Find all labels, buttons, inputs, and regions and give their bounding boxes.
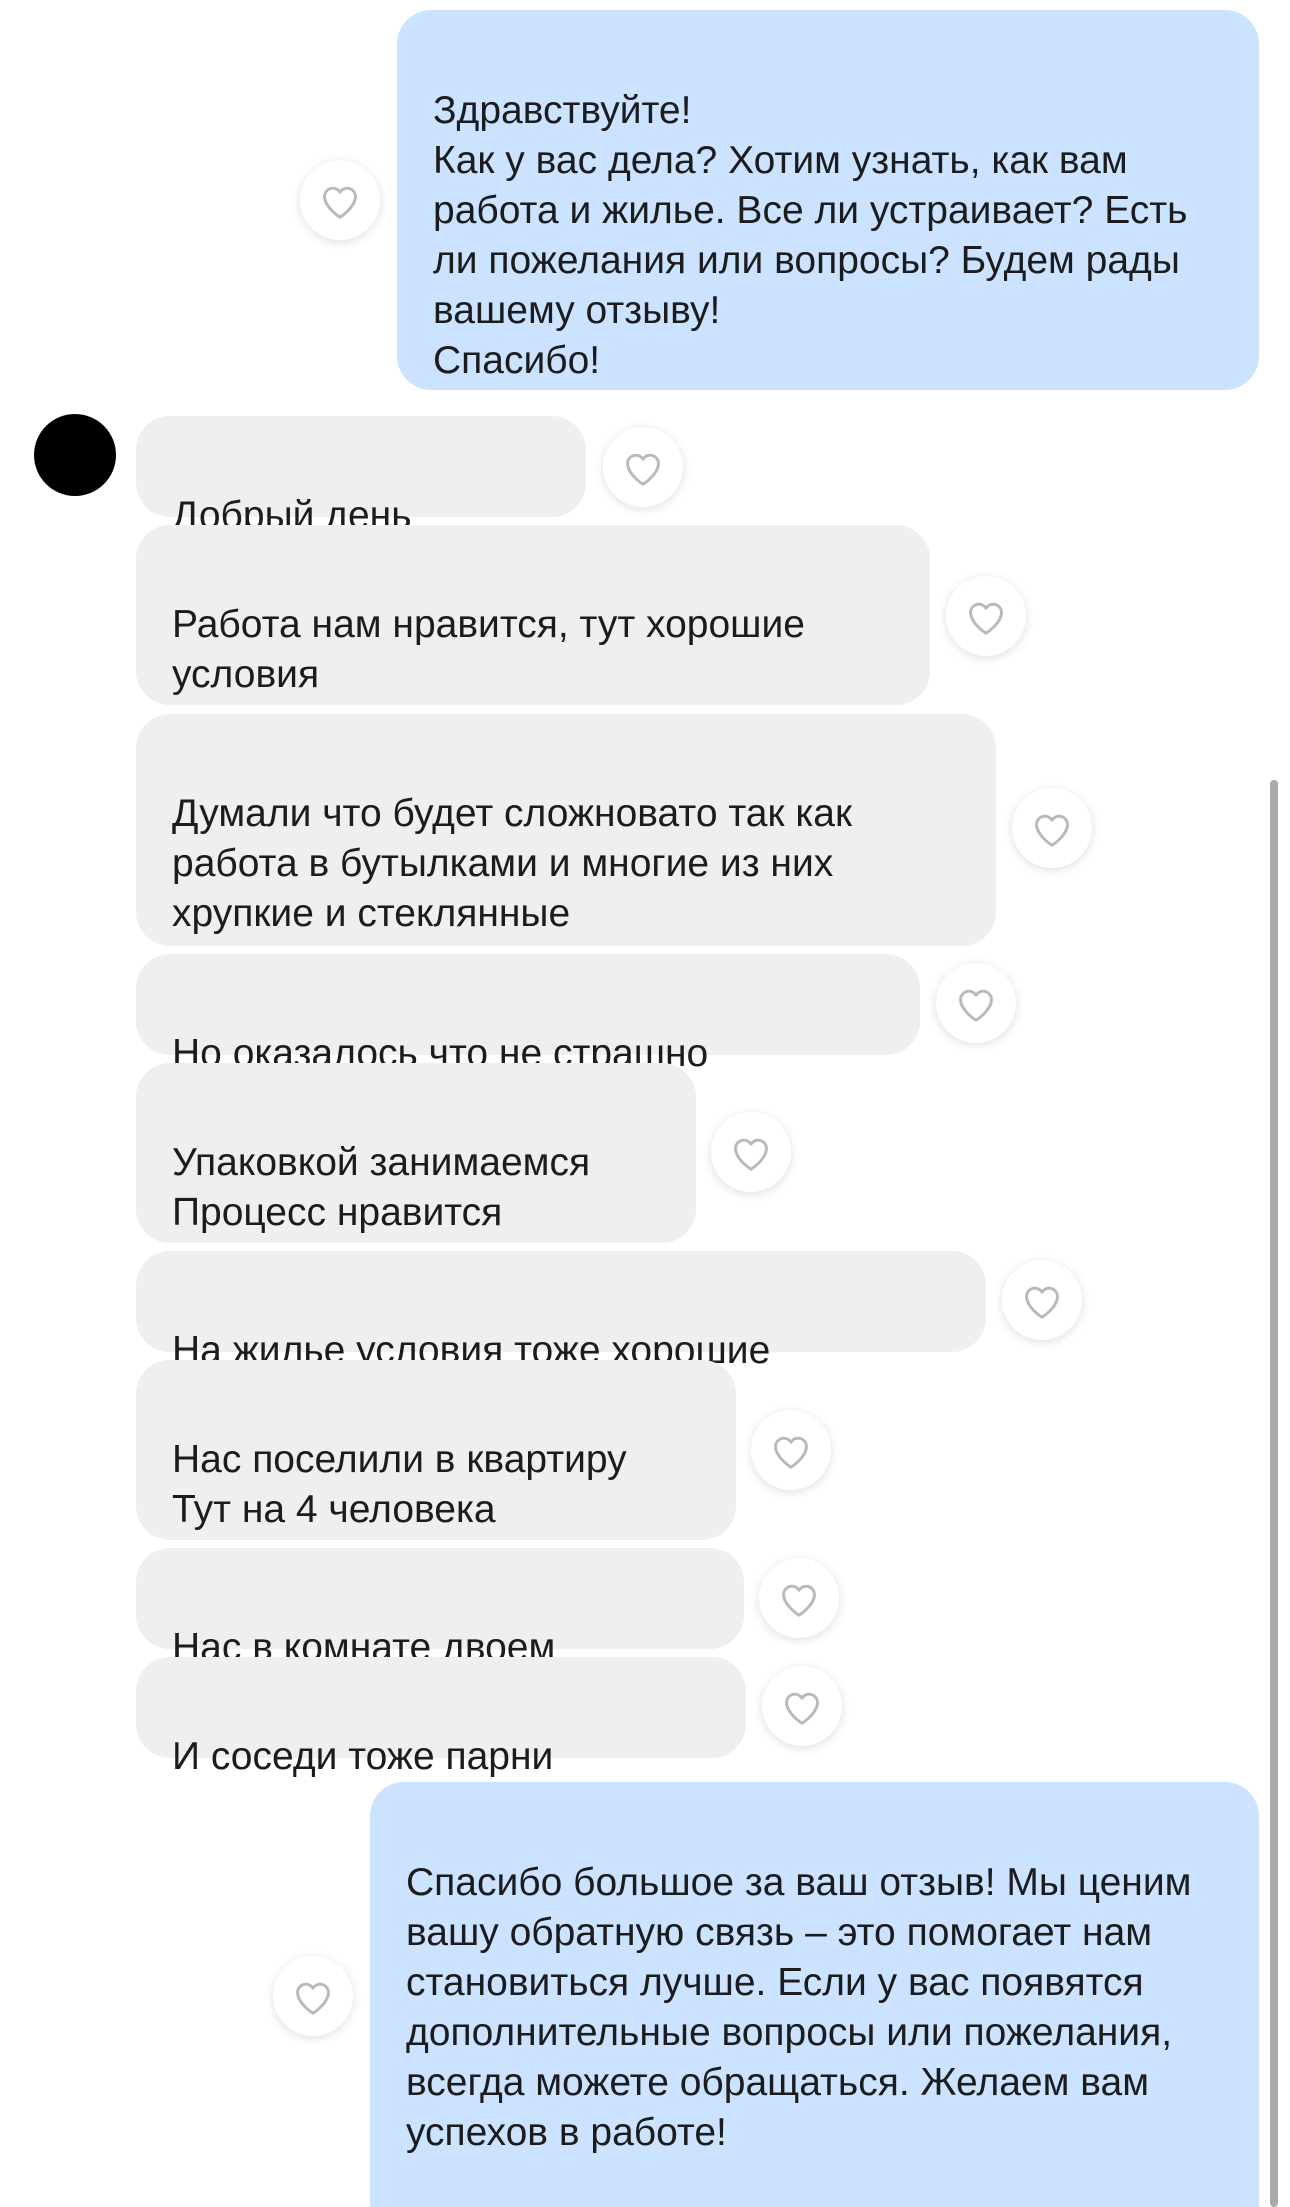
like-button[interactable] (300, 160, 380, 240)
message-text: Думали что будет сложновато так как рабо… (172, 792, 853, 935)
message-bubble-outgoing[interactable]: Здравствуйте! Как у вас дела? Хотим узна… (397, 10, 1259, 390)
like-button[interactable] (762, 1666, 842, 1746)
like-button[interactable] (1012, 788, 1092, 868)
heart-outline-icon (785, 1692, 819, 1725)
heart-outline-icon (782, 1584, 816, 1617)
message-bubble-incoming[interactable]: Думали что будет сложновато так как рабо… (136, 714, 996, 946)
like-button[interactable] (751, 1410, 831, 1490)
message-text: Упаковкой занимаемся Процесс нравится (172, 1141, 591, 1234)
message-bubble-outgoing[interactable]: Спасибо большое за ваш отзыв! Мы ценим в… (370, 1782, 1259, 2207)
message-bubble-incoming[interactable]: Нас в комнате двоем (136, 1548, 744, 1669)
message-text: Работа нам нравится, тут хорошие условия (172, 603, 805, 696)
heart-outline-icon (774, 1436, 808, 1469)
message-text: Спасибо большое за ваш отзыв! Мы ценим в… (406, 1861, 1192, 2154)
message-text: И соседи тоже парни (172, 1735, 554, 1778)
message-bubble-incoming[interactable]: Нас поселили в квартиру Тут на 4 человек… (136, 1360, 736, 1540)
heart-outline-icon (323, 186, 357, 219)
like-button[interactable] (273, 1956, 353, 2036)
heart-outline-icon (1035, 814, 1069, 847)
message-bubble-incoming[interactable]: И соседи тоже парни (136, 1657, 746, 1778)
message-bubble-incoming[interactable]: Работа нам нравится, тут хорошие условия (136, 525, 930, 705)
heart-outline-icon (1025, 1286, 1059, 1319)
like-button[interactable] (936, 963, 1016, 1043)
message-text: Нас поселили в квартиру Тут на 4 человек… (172, 1438, 627, 1531)
heart-outline-icon (626, 453, 660, 486)
like-button[interactable] (946, 576, 1026, 656)
avatar[interactable] (34, 414, 116, 496)
message-text: Здравствуйте! Как у вас дела? Хотим узна… (433, 89, 1188, 382)
like-button[interactable] (1002, 1260, 1082, 1340)
heart-outline-icon (959, 989, 993, 1022)
message-bubble-incoming[interactable]: Но оказалось что не страшно (136, 954, 920, 1075)
heart-outline-icon (969, 602, 1003, 635)
like-button[interactable] (759, 1558, 839, 1638)
heart-outline-icon (734, 1138, 768, 1171)
like-button[interactable] (603, 427, 683, 507)
message-bubble-incoming[interactable]: Упаковкой занимаемся Процесс нравится (136, 1063, 696, 1243)
like-button[interactable] (711, 1112, 791, 1192)
scrollbar[interactable] (1270, 780, 1278, 2207)
message-bubble-incoming[interactable]: Добрый день (136, 416, 586, 537)
message-bubble-incoming[interactable]: На жилье условия тоже хорошие (136, 1251, 986, 1372)
heart-outline-icon (296, 1982, 330, 2015)
